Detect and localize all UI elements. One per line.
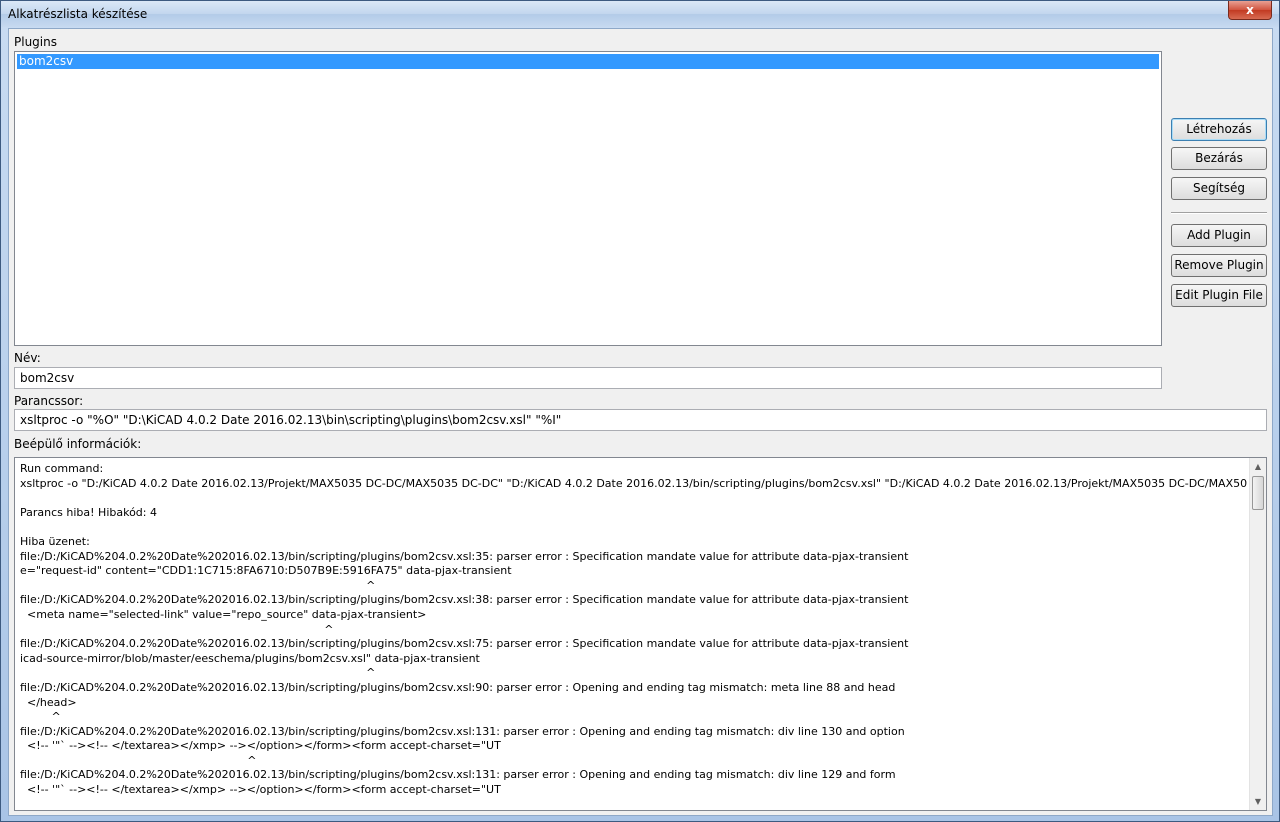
scroll-down-icon[interactable]: ▼ [1250,793,1266,810]
edit-plugin-file-button[interactable]: Edit Plugin File [1171,284,1267,307]
info-label: Beépülő információk: [14,437,142,451]
info-scrollbar[interactable]: ▲ ▼ [1249,458,1266,810]
command-field[interactable]: xsltproc -o "%O" "D:\KiCAD 4.0.2 Date 20… [14,409,1267,431]
plugins-listbox[interactable]: bom2csv [14,51,1162,346]
button-separator [1171,212,1267,214]
remove-plugin-button[interactable]: Remove Plugin [1171,254,1267,277]
info-textarea[interactable]: Run command: xsltproc -o "D:/KiCAD 4.0.2… [14,457,1267,811]
close-icon[interactable]: x [1228,1,1272,20]
name-field[interactable]: bom2csv [14,367,1162,389]
create-button[interactable]: Létrehozás [1171,118,1267,141]
plugins-label: Plugins [14,35,57,49]
info-text: Run command: xsltproc -o "D:/KiCAD 4.0.2… [20,462,1247,797]
help-button[interactable]: Segítség [1171,177,1267,200]
close-button[interactable]: Bezárás [1171,147,1267,170]
window-title: Alkatrészlista készítése [8,7,148,21]
command-label: Parancssor: [14,394,84,408]
name-label: Név: [14,351,41,365]
title-bar[interactable]: Alkatrészlista készítése x [1,1,1279,27]
plugin-item-bom2csv[interactable]: bom2csv [17,54,1159,69]
scroll-up-icon[interactable]: ▲ [1250,458,1266,475]
add-plugin-button[interactable]: Add Plugin [1171,224,1267,247]
dialog-window: Alkatrészlista készítése x Plugins bom2c… [0,0,1280,822]
scroll-thumb[interactable] [1252,476,1264,510]
dialog-body: Plugins bom2csv Létrehozás Bezárás Segít… [8,28,1273,816]
